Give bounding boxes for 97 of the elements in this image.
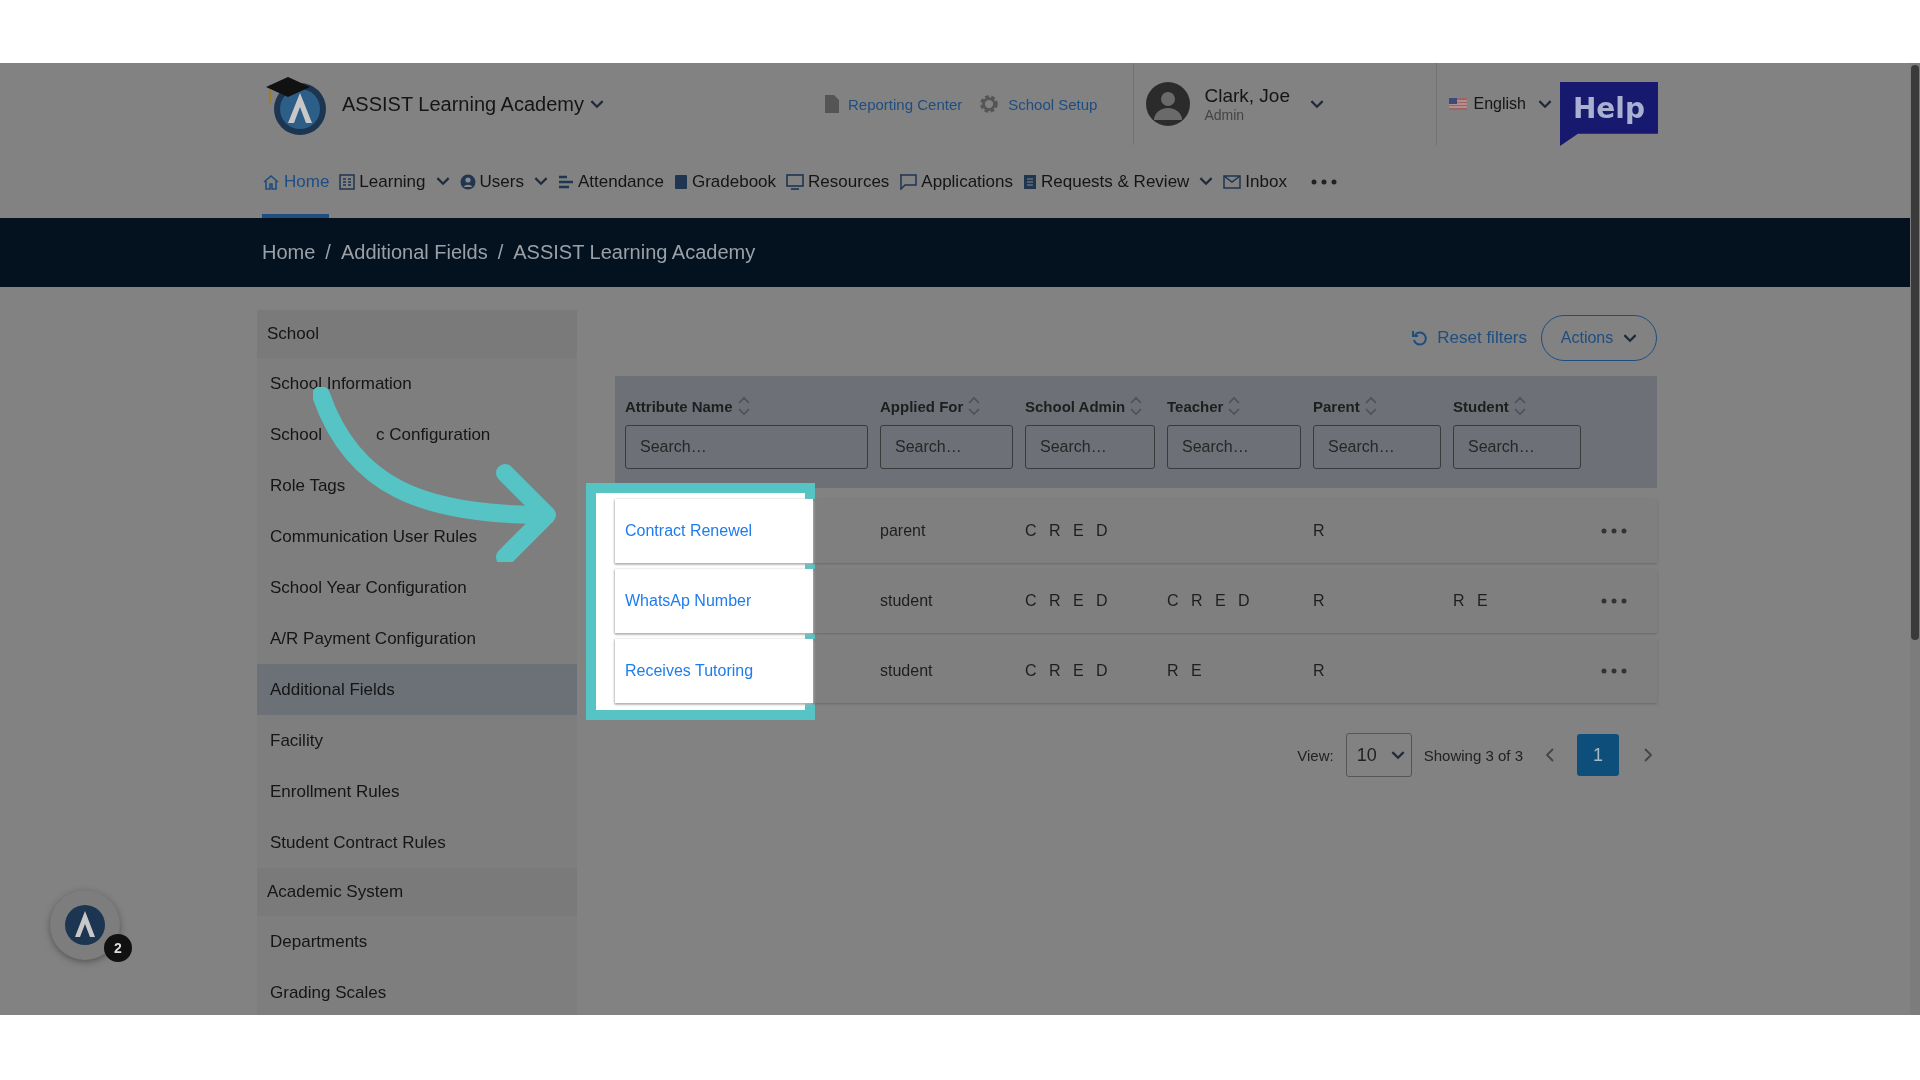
gear-icon [978, 93, 1001, 115]
breadcrumb-separator: / [497, 241, 504, 264]
user-role: Admin [1204, 107, 1246, 123]
monitor-icon [786, 173, 805, 190]
mail-icon [1223, 174, 1242, 189]
nav-tab[interactable]: Requests & Review [1023, 145, 1214, 218]
more-icon[interactable] [1601, 598, 1627, 604]
breadcrumb-item[interactable]: Additional Fields [340, 241, 488, 264]
breadcrumb-item: ASSIST Learning Academy [513, 241, 756, 264]
caret-icon [1310, 99, 1324, 109]
nav-tab[interactable]: Inbox [1223, 145, 1287, 218]
table-cell-text: R [1312, 662, 1330, 680]
column-header: School Admin [1025, 397, 1126, 415]
header-link[interactable]: Reporting Center [824, 94, 963, 114]
table-cell-text: R [1312, 592, 1330, 610]
sidebar-item[interactable]: School c Configuration [257, 409, 577, 460]
sidebar-item[interactable]: School Information [257, 358, 577, 409]
search-field[interactable]: Search… [1167, 425, 1301, 469]
table-cell-text: C R E D [1024, 592, 1113, 610]
column-header: Applied For [880, 397, 964, 415]
column-header: Attribute Name [625, 397, 733, 415]
sidebar-item[interactable]: Communication User Rules [257, 511, 577, 562]
sidebar-item[interactable]: School Year Configuration [257, 562, 577, 613]
header-link[interactable]: School Setup [978, 93, 1098, 115]
search-field[interactable]: Search… [1453, 425, 1581, 469]
sidebar-item[interactable]: Grading Scales [257, 967, 577, 1015]
table-cell-text: R E [1452, 592, 1493, 610]
sidebar-item[interactable]: Enrollment Rules [257, 766, 577, 817]
sidebar-item[interactable]: Student Contract Rules [257, 817, 577, 868]
previous-icon[interactable] [1545, 747, 1555, 763]
table-cell-text: student [879, 662, 934, 680]
view-label: View: [1297, 746, 1334, 764]
attribute-link[interactable]: Receives Tutoring [615, 639, 813, 703]
user-icon [459, 173, 476, 190]
column-header: Teacher [1167, 397, 1224, 415]
sidebar-item[interactable]: Departments [257, 916, 577, 967]
help-button[interactable]: Help [1559, 82, 1658, 146]
reset-filters-link[interactable]: Reset filters [1411, 328, 1527, 348]
nav-tab[interactable]: Users [459, 145, 548, 218]
attribute-link[interactable]: WhatsAp Number [615, 569, 813, 633]
table-cell-text: R [1312, 522, 1330, 540]
table-cell-text: student [879, 592, 934, 610]
sidebar-item[interactable]: A/R Payment Configuration [257, 613, 577, 664]
nav-tab[interactable]: Gradebook [673, 145, 777, 218]
book-icon [673, 173, 688, 190]
more-icon[interactable] [1601, 528, 1627, 534]
document-icon [1023, 173, 1037, 190]
sidebar-item[interactable]: Role Tags [257, 460, 577, 511]
page-size-select[interactable]: 10 [1345, 733, 1412, 777]
avatar-icon[interactable] [1146, 82, 1191, 126]
caret-icon [590, 99, 604, 109]
school-name[interactable]: ASSIST Learning Academy [342, 92, 584, 116]
document-icon [824, 94, 840, 114]
table-cell-text: R E [1166, 662, 1207, 680]
notification-badge: 2 [104, 934, 132, 962]
sidebar-section-header: Academic System [257, 868, 577, 916]
grid-icon [339, 173, 356, 190]
search-field[interactable]: Search… [880, 425, 1013, 469]
caret-icon[interactable] [533, 177, 548, 186]
column-header: Student [1453, 397, 1509, 415]
sidebar-section-header: School [257, 310, 577, 358]
chat-icon [899, 173, 918, 190]
search-field[interactable]: Search… [625, 425, 868, 469]
sidebar-item[interactable]: Facility [257, 715, 577, 766]
breadcrumb-separator: / [325, 241, 331, 264]
results-count: Showing 3 of 3 [1423, 746, 1523, 764]
caret-icon [1390, 750, 1405, 760]
next-icon[interactable] [1643, 747, 1653, 763]
caret-icon [1537, 99, 1552, 109]
nav-tab[interactable]: Resources [786, 145, 890, 218]
search-field[interactable]: Search… [1313, 425, 1441, 469]
chat-button[interactable] [50, 890, 120, 960]
table-cell-text: C R E D [1024, 522, 1113, 540]
caret-icon[interactable] [435, 177, 450, 186]
attribute-link[interactable]: Contract Renewel [615, 499, 813, 563]
search-field[interactable]: Search… [1025, 425, 1155, 469]
caret-icon [1623, 333, 1638, 343]
home-icon [262, 172, 280, 191]
nav-tab[interactable]: Applications [899, 145, 1013, 218]
nav-tab[interactable]: Learning [339, 145, 450, 218]
breadcrumb-item[interactable]: Home [262, 241, 316, 264]
more-icon[interactable] [1601, 668, 1627, 674]
page-button[interactable]: 1 [1577, 734, 1619, 776]
sidebar-item[interactable]: Additional Fields [257, 664, 577, 715]
reset-icon [1411, 329, 1430, 347]
nav-tab[interactable]: Attendance [557, 145, 664, 218]
bars-icon [557, 173, 574, 190]
caret-icon[interactable] [1199, 177, 1214, 186]
scrollbar-thumb[interactable] [1911, 65, 1919, 640]
user-name[interactable]: Clark, Joe [1204, 85, 1290, 107]
table-cell-text: C R E D [1024, 662, 1113, 680]
column-header: Parent [1313, 397, 1360, 415]
table-cell-text: parent [879, 522, 927, 540]
more-icon[interactable] [1310, 178, 1337, 185]
language-label[interactable]: English [1473, 95, 1526, 113]
flag-icon [1449, 98, 1468, 110]
table-cell-text: C R E D [1166, 592, 1255, 610]
